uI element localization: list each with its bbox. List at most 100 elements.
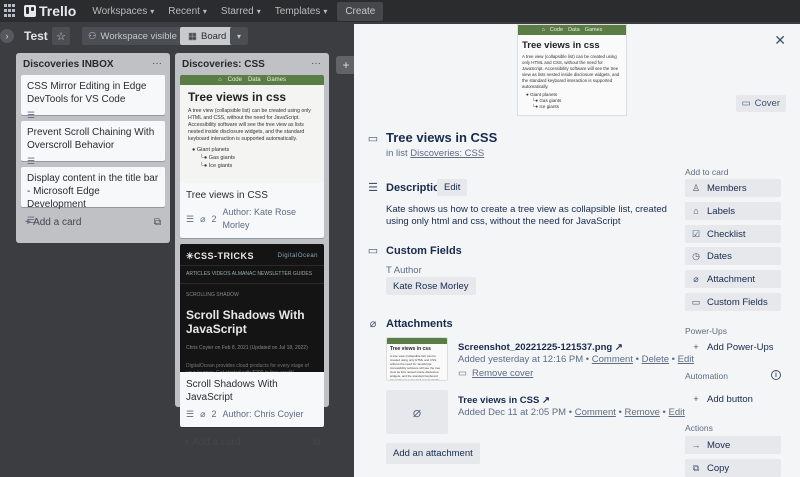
- list-discoveries-css: Discoveries: CSS ··· ⌂ Code Data Games T…: [175, 53, 329, 448]
- arrow-right-icon: →: [691, 440, 701, 450]
- list-card[interactable]: ✳CSS-TRICKS DigitalOcean ARTICLES VIDEOS…: [180, 244, 324, 427]
- card-cover-image: ✳CSS-TRICKS DigitalOcean ARTICLES VIDEOS…: [180, 244, 324, 372]
- automation-heading: Automation: [685, 371, 728, 381]
- comment-link[interactable]: Comment: [575, 407, 616, 418]
- list-link[interactable]: Discoveries: CSS: [410, 148, 484, 159]
- copy-button[interactable]: ⧉ Copy: [685, 459, 781, 477]
- list-title[interactable]: Discoveries INBOX: [21, 57, 165, 75]
- edit-link[interactable]: Edit: [668, 407, 684, 418]
- custom-fields-heading: Custom Fields: [386, 245, 462, 257]
- tag-icon: ⌂: [693, 206, 699, 216]
- add-button-button[interactable]: + Add button: [685, 390, 781, 408]
- nav-recent[interactable]: Recent ▾: [168, 6, 207, 17]
- trello-logo[interactable]: Trello: [24, 3, 76, 19]
- dates-button[interactable]: ◷ Dates: [685, 247, 781, 265]
- attachment-count: 2: [211, 213, 217, 224]
- external-link-icon: ↗: [541, 395, 550, 406]
- description-icon: ☰: [186, 213, 195, 224]
- list-card[interactable]: Prevent Scroll Chaining With Overscroll …: [21, 121, 165, 166]
- add-to-card-heading: Add to card: [685, 167, 729, 177]
- card-author: Author: Chris Coyier: [222, 409, 304, 419]
- cover-tree: ● Giant planets └● Gas giants └● Ice gia…: [192, 147, 236, 169]
- board-icon: ▦: [188, 30, 197, 42]
- chevron-down-icon[interactable]: ▾: [230, 27, 248, 45]
- attachment-meta: Added Dec 11 at 2:05 PM • Comment • Remo…: [458, 407, 685, 418]
- nav-workspaces[interactable]: Workspaces ▾: [92, 6, 154, 17]
- custom-fields-icon: ▭: [691, 296, 701, 307]
- card-title: Prevent Scroll Chaining With Overscroll …: [27, 127, 155, 151]
- nav-starred[interactable]: Starred ▾: [221, 6, 261, 17]
- powerups-heading: Power-Ups: [685, 326, 728, 336]
- attachment-button[interactable]: ⌀ Attachment: [685, 270, 781, 288]
- card-cover-image: ⌂ Code Data Games Tree views in css A tr…: [180, 75, 324, 183]
- template-icon[interactable]: ⧉: [154, 217, 161, 228]
- chevron-down-icon: ▾: [150, 6, 155, 16]
- board-title[interactable]: Test: [24, 29, 48, 43]
- add-list-button[interactable]: +: [336, 56, 356, 74]
- move-button[interactable]: → Move: [685, 436, 781, 454]
- labels-button[interactable]: ⌂ Labels: [685, 202, 781, 220]
- info-icon[interactable]: i: [771, 370, 781, 380]
- remove-link[interactable]: Remove: [625, 407, 660, 418]
- visibility-button[interactable]: ⚇ Workspace visible: [82, 27, 183, 45]
- cover-nav-bar: ⌂ Code Data Games: [180, 75, 324, 85]
- card-detail-title[interactable]: Tree views in CSS: [386, 130, 497, 145]
- attachment-thumbnail[interactable]: Tree views in css A tree view (collapsib…: [386, 337, 448, 381]
- card-icon: ▭: [367, 133, 379, 145]
- external-link-icon: ↗: [614, 342, 623, 353]
- description-text[interactable]: Kate shows us how to create a tree view …: [386, 204, 686, 228]
- custom-fields-button[interactable]: ▭ Custom Fields: [685, 293, 781, 311]
- add-card-button[interactable]: + Add a card ⧉: [180, 433, 324, 452]
- app-switcher-icon[interactable]: [4, 4, 18, 18]
- actions-heading: Actions: [685, 423, 713, 433]
- add-powerups-button[interactable]: + Add Power-Ups: [685, 338, 781, 356]
- comment-link[interactable]: Comment: [592, 354, 633, 365]
- template-icon[interactable]: ⧉: [313, 437, 320, 448]
- attachment-name[interactable]: Screenshot_20221225-121537.png ↗: [458, 342, 623, 353]
- copy-icon: ⧉: [692, 462, 700, 473]
- edit-description-button[interactable]: Edit: [437, 179, 468, 196]
- checklist-button[interactable]: ☑ Checklist: [685, 225, 781, 243]
- remove-cover[interactable]: ▭ Remove cover: [458, 368, 533, 379]
- paperclip-icon: ⌀: [369, 318, 377, 330]
- cover-icon: ▭: [458, 368, 467, 379]
- chevron-down-icon: ▾: [256, 6, 261, 16]
- attachment-name[interactable]: Tree views in CSS ↗: [458, 395, 550, 406]
- trello-logo-icon: [24, 5, 36, 17]
- star-icon[interactable]: ☆: [52, 27, 70, 45]
- delete-link[interactable]: Delete: [642, 354, 669, 365]
- chevron-down-icon: ▾: [323, 6, 328, 16]
- clock-icon: ◷: [692, 250, 700, 261]
- more-icon[interactable]: ···: [152, 58, 162, 69]
- add-attachment-button[interactable]: Add an attachment: [386, 443, 480, 464]
- top-nav: Trello Workspaces ▾ Recent ▾ Starred ▾ Temp…: [0, 0, 800, 22]
- close-icon[interactable]: ✕: [774, 32, 786, 49]
- cover-button[interactable]: ▭ Cover: [735, 95, 786, 112]
- more-icon[interactable]: ···: [311, 58, 321, 69]
- checkbox-icon: ☑: [691, 228, 701, 239]
- cover-icon: ▭: [741, 98, 751, 109]
- plus-icon: +: [693, 394, 699, 404]
- list-card[interactable]: CSS Mirror Editing in Edge DevTools for …: [21, 75, 165, 120]
- card-title: Tree views in CSS: [186, 190, 268, 201]
- list-card[interactable]: ⌂ Code Data Games Tree views in css A tr…: [180, 75, 324, 238]
- chevron-right-icon[interactable]: ›: [0, 29, 14, 43]
- author-field[interactable]: Kate Rose Morley: [386, 277, 476, 295]
- nav-templates[interactable]: Templates ▾: [275, 6, 328, 17]
- attachment-icon: ⌀: [200, 409, 206, 419]
- board-view-button[interactable]: ▦ Board: [180, 27, 235, 45]
- description-icon: ☰: [27, 110, 36, 120]
- list-title[interactable]: Discoveries: CSS: [180, 57, 324, 75]
- card-title: Scroll Shadows With JavaScript: [186, 379, 278, 403]
- attachment-thumbnail[interactable]: ⌀: [386, 390, 448, 434]
- create-button[interactable]: Create: [337, 1, 384, 21]
- plus-icon: +: [25, 217, 34, 228]
- attachment-icon: ⌀: [200, 213, 206, 224]
- plus-icon: +: [693, 342, 699, 352]
- add-card-button[interactable]: + Add a card ⧉: [21, 213, 165, 232]
- attachment-meta: Added yesterday at 12:16 PM • Comment • …: [458, 354, 695, 365]
- paperclip-icon: ⌀: [412, 403, 422, 420]
- list-card[interactable]: Display content in the title bar - Micro…: [21, 167, 165, 225]
- card-title: Display content in the title bar - Micro…: [27, 173, 159, 210]
- members-button[interactable]: ♙ Members: [685, 179, 781, 197]
